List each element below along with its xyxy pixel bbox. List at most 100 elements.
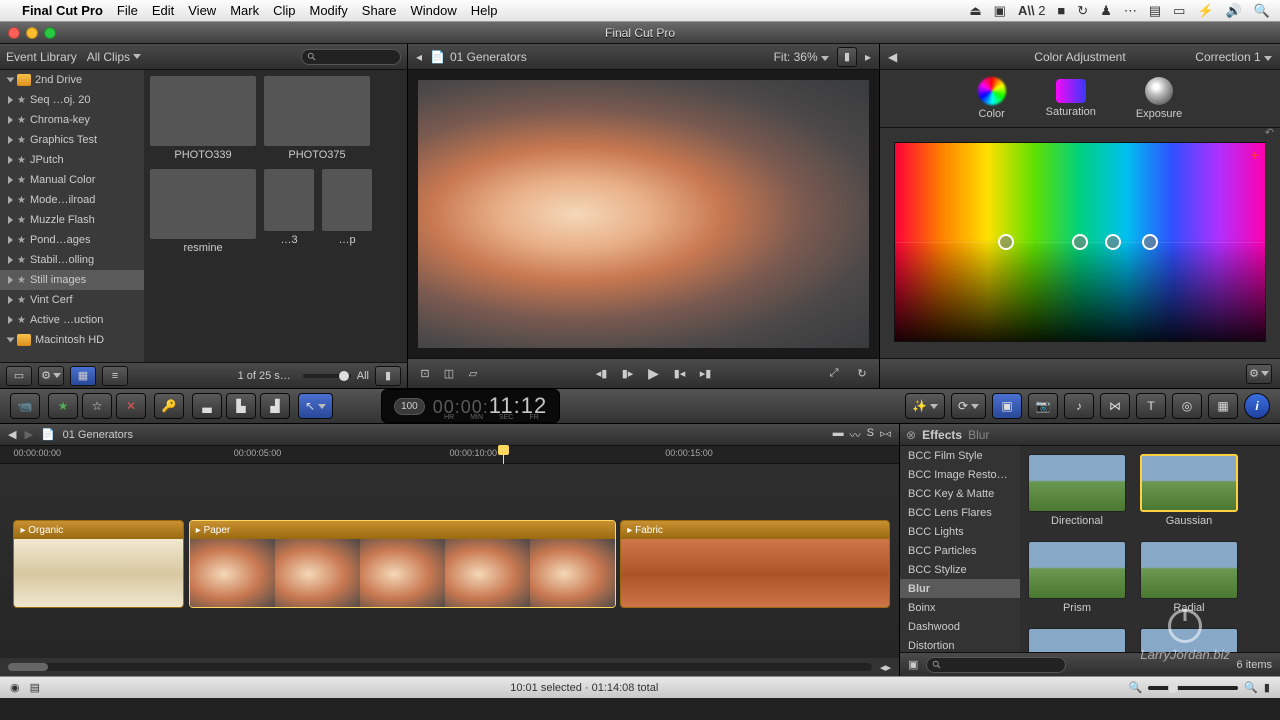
fullscreen-icon[interactable]: ⤢	[825, 365, 843, 383]
dashboard-icon[interactable]: ◉	[10, 681, 20, 694]
snap-icon[interactable]: ▹◃	[880, 427, 891, 443]
effects-category[interactable]: BCC Particles	[900, 541, 1020, 560]
tray-icon[interactable]: ↻	[1077, 3, 1088, 19]
tray-icon[interactable]: ⚡	[1197, 3, 1213, 19]
timeline-scrollbar[interactable]	[8, 663, 872, 671]
tree-item[interactable]: ★Vint Cerf	[0, 290, 144, 310]
tree-item[interactable]: ★Chroma-key	[0, 110, 144, 130]
menu-file[interactable]: File	[117, 3, 138, 18]
tray-icon[interactable]: ♟	[1100, 3, 1112, 19]
effects-category[interactable]: Distortion	[900, 636, 1020, 652]
effects-category[interactable]: BCC Film Style	[900, 446, 1020, 465]
connect-clip-icon[interactable]: ▃	[192, 393, 222, 419]
color-puck[interactable]	[1142, 234, 1158, 250]
prev-frame-icon[interactable]: ◂▮	[593, 365, 611, 383]
clip-thumb[interactable]: PHOTO339	[150, 76, 256, 161]
window-close-button[interactable]	[8, 27, 20, 39]
tree-item[interactable]: ★Pond…ages	[0, 230, 144, 250]
effect-thumb[interactable]: Gaussian	[1140, 454, 1238, 527]
effects-category[interactable]: Dashwood	[900, 617, 1020, 636]
effects-category[interactable]: BCC Lens Flares	[900, 503, 1020, 522]
menu-help[interactable]: Help	[471, 3, 498, 18]
tree-item[interactable]: ★Still images	[0, 270, 144, 290]
timeline-clip[interactable]: ▸ Paper	[189, 520, 616, 608]
viewer-next-icon[interactable]: ▸	[865, 50, 871, 64]
effects-browser-icon[interactable]: ▣	[992, 393, 1022, 419]
filmstrip-toggle-icon[interactable]: ▭	[6, 366, 32, 386]
gear-menu-icon[interactable]: ⚙	[38, 366, 64, 386]
unrate-star-icon[interactable]: ☆	[82, 393, 112, 419]
tree-item[interactable]: ★Seq …oj. 20	[0, 90, 144, 110]
skimming-icon[interactable]: ▬	[833, 427, 844, 443]
tree-item[interactable]: ★Manual Color	[0, 170, 144, 190]
keyword-icon[interactable]: 🔑	[154, 393, 184, 419]
inspector-toggle-icon[interactable]: i	[1244, 393, 1270, 419]
audio-skim-icon[interactable]: 〰	[850, 427, 861, 443]
app-menu[interactable]: Final Cut Pro	[22, 3, 103, 18]
menu-modify[interactable]: Modify	[310, 3, 348, 18]
reject-x-icon[interactable]: ✕	[116, 393, 146, 419]
next-edit-icon[interactable]: ▸▮	[697, 365, 715, 383]
effects-category[interactable]: BCC Stylize	[900, 560, 1020, 579]
color-puck[interactable]	[1072, 234, 1088, 250]
clip-thumb[interactable]: …3	[264, 169, 314, 254]
menu-window[interactable]: Window	[411, 3, 457, 18]
favorite-star-icon[interactable]: ★	[48, 393, 78, 419]
fit-dropdown[interactable]: Fit: 36%	[774, 50, 829, 64]
append-clip-icon[interactable]: ▟	[260, 393, 290, 419]
tree-item[interactable]: ★Stabil…olling	[0, 250, 144, 270]
effects-category[interactable]: Boinx	[900, 598, 1020, 617]
timeline-tracks[interactable]: ▸ Organic▸ Paper▸ Fabric	[0, 464, 899, 658]
timeline-history-back-icon[interactable]: ◀	[8, 428, 16, 441]
titles-browser-icon[interactable]: T	[1136, 393, 1166, 419]
tray-icon[interactable]: ⋯	[1124, 3, 1137, 19]
library-search-input[interactable]	[301, 49, 401, 65]
effect-thumb[interactable]	[1140, 628, 1238, 652]
color-puck[interactable]	[1105, 234, 1121, 250]
play-icon[interactable]: ▶	[645, 365, 663, 383]
inspector-settings-icon[interactable]: ⚙	[1246, 364, 1272, 384]
add-puck-icon[interactable]: +	[1251, 147, 1259, 163]
crop-icon[interactable]: ◫	[440, 365, 458, 383]
close-effects-icon[interactable]: ⊗	[906, 428, 916, 442]
clip-thumb[interactable]: resmine	[150, 169, 256, 254]
timeline-ruler[interactable]: 00:00:00:0000:00:05:0000:00:10:0000:00:1…	[0, 446, 899, 464]
viewer-canvas[interactable]	[408, 70, 879, 358]
window-minimize-button[interactable]	[26, 27, 38, 39]
color-puck[interactable]	[998, 234, 1014, 250]
transitions-browser-icon[interactable]: ⋈	[1100, 393, 1130, 419]
effects-search-input[interactable]	[926, 657, 1066, 673]
tray-icon[interactable]: ▣	[994, 3, 1006, 19]
tray-icon[interactable]: ▤	[1149, 3, 1161, 19]
music-browser-icon[interactable]: ♪	[1064, 393, 1094, 419]
loop-icon[interactable]: ↻	[853, 365, 871, 383]
menu-clip[interactable]: Clip	[273, 3, 295, 18]
menu-share[interactable]: Share	[362, 3, 397, 18]
tree-item[interactable]: ★Muzzle Flash	[0, 210, 144, 230]
arrow-tool-icon[interactable]: ↖	[298, 393, 333, 419]
effects-category[interactable]: BCC Image Resto…	[900, 465, 1020, 484]
tree-item[interactable]: Macintosh HD	[0, 330, 144, 350]
exposure-tab[interactable]: Exposure	[1136, 77, 1182, 120]
import-icon[interactable]: 📹	[10, 393, 40, 419]
next-frame-icon[interactable]: ▮▸	[619, 365, 637, 383]
effect-thumb[interactable]: Prism	[1028, 541, 1126, 614]
tray-icon[interactable]: ⏏	[969, 3, 981, 19]
effects-lib-icon[interactable]: ▣	[908, 658, 918, 671]
tree-item[interactable]: ★JPutch	[0, 150, 144, 170]
menu-view[interactable]: View	[188, 3, 216, 18]
clip-appearance-icon[interactable]: ▮	[1264, 681, 1270, 694]
solo-icon[interactable]: S	[867, 427, 874, 443]
spotlight-icon[interactable]: 🔍	[1254, 3, 1270, 19]
distort-icon[interactable]: ▱	[464, 365, 482, 383]
view-mode-grid-icon[interactable]: ▦	[70, 366, 96, 386]
saturation-tab[interactable]: Saturation	[1046, 79, 1096, 118]
reset-icon[interactable]: ↶	[1265, 126, 1274, 139]
timeline-history-fwd-icon[interactable]: ▶	[24, 428, 32, 441]
timeline-clip[interactable]: ▸ Fabric	[620, 520, 890, 608]
clip-filter-dropdown[interactable]: All Clips	[87, 50, 141, 64]
enhance-menu-icon[interactable]: ✨	[905, 393, 945, 419]
menu-mark[interactable]: Mark	[230, 3, 259, 18]
color-board[interactable]: +	[894, 142, 1266, 342]
window-zoom-button[interactable]	[44, 27, 56, 39]
